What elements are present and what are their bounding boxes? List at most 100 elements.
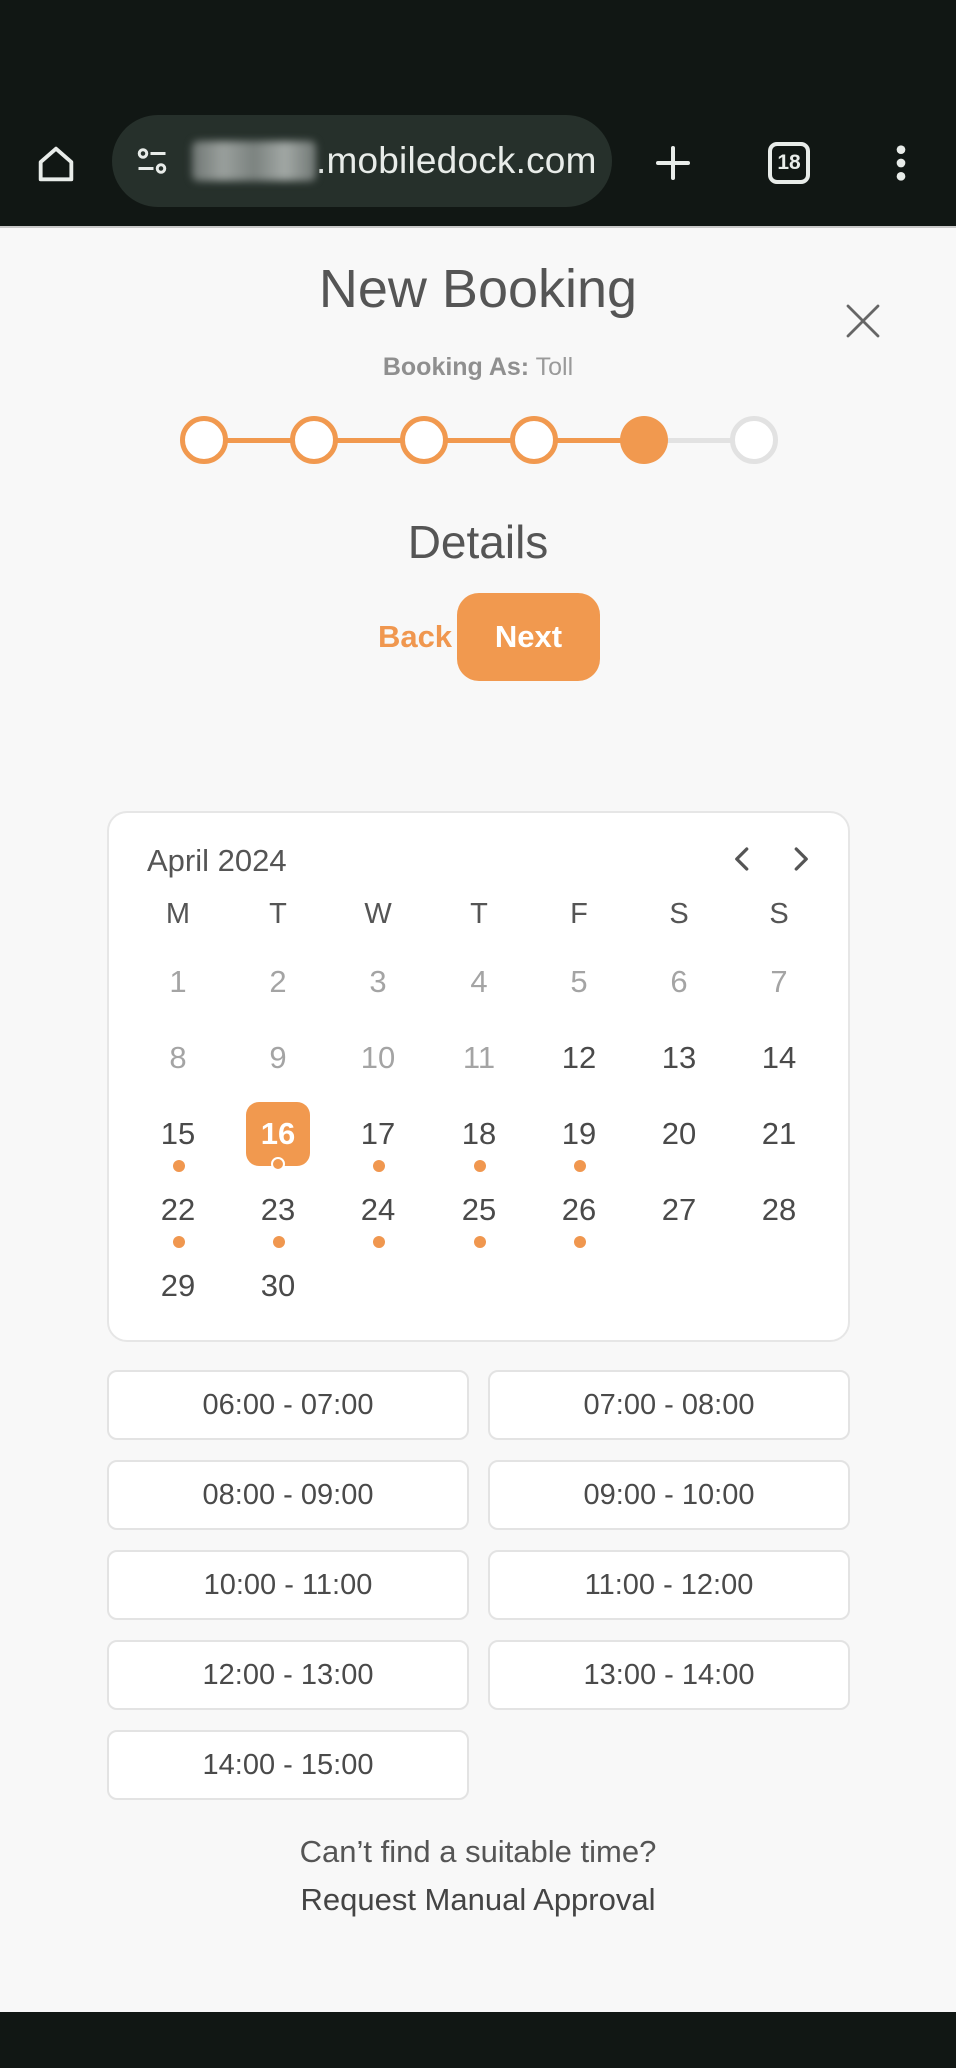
availability-dot <box>173 1236 185 1248</box>
stepper-step-5 <box>620 416 668 464</box>
calendar-day-30[interactable]: 30 <box>246 1254 310 1318</box>
stepper-step-4 <box>510 416 558 464</box>
new-tab-plus-icon[interactable] <box>640 130 706 196</box>
chevron-right-icon[interactable] <box>780 839 820 879</box>
availability-dot <box>574 1160 586 1172</box>
calendar-day-label: 14 <box>761 1040 797 1075</box>
weekday-header: S <box>769 898 789 930</box>
stepper-step-6 <box>730 416 778 464</box>
calendar-day-label: 22 <box>160 1192 196 1227</box>
booking-as-value: Toll <box>535 353 574 381</box>
time-slot-button[interactable]: 10:00 - 11:00 <box>107 1550 469 1620</box>
weekday-header: S <box>669 898 689 930</box>
calendar-day-15[interactable]: 15 <box>146 1102 210 1172</box>
calendar-day-label: 25 <box>461 1192 497 1227</box>
time-slot-button[interactable]: 08:00 - 09:00 <box>107 1460 469 1530</box>
calendar-day-label: 7 <box>770 964 788 999</box>
time-slot-button[interactable]: 11:00 - 12:00 <box>488 1550 850 1620</box>
site-settings-icon[interactable] <box>130 139 174 183</box>
calendar-day-label: 29 <box>160 1268 196 1303</box>
calendar-day-12[interactable]: 12 <box>547 1026 611 1090</box>
weekday-header: W <box>364 898 392 930</box>
calendar-day-21[interactable]: 21 <box>747 1102 811 1166</box>
calendar-day-8: 8 <box>146 1026 210 1090</box>
calendar-day-label: 30 <box>260 1268 296 1303</box>
tab-switcher-button[interactable]: 18 <box>756 130 822 196</box>
calendar-day-1: 1 <box>146 950 210 1014</box>
calendar-day-25[interactable]: 25 <box>447 1178 511 1248</box>
calendar-day-label: 27 <box>661 1192 697 1227</box>
next-button[interactable]: Next <box>457 593 600 681</box>
chevron-left-icon[interactable] <box>723 839 763 879</box>
calendar-day-14[interactable]: 14 <box>747 1026 811 1090</box>
calendar-day-27[interactable]: 27 <box>647 1178 711 1242</box>
request-manual-approval-link[interactable]: Request Manual Approval <box>0 1882 956 1918</box>
calendar-day-26[interactable]: 26 <box>547 1178 611 1248</box>
weekday-header: T <box>470 898 488 930</box>
booking-as: Booking As: Toll <box>0 353 956 382</box>
tab-count: 18 <box>768 142 810 184</box>
calendar-day-18[interactable]: 18 <box>447 1102 511 1172</box>
availability-dot <box>273 1236 285 1248</box>
time-slot-button[interactable]: 06:00 - 07:00 <box>107 1370 469 1440</box>
calendar-day-label: 12 <box>561 1040 597 1075</box>
calendar-day-label: 28 <box>761 1192 797 1227</box>
calendar-day-17[interactable]: 17 <box>346 1102 410 1172</box>
calendar-day-label: 19 <box>561 1116 597 1151</box>
home-icon[interactable] <box>22 130 90 198</box>
time-slot-button[interactable]: 14:00 - 15:00 <box>107 1730 469 1800</box>
stepper-step-3 <box>400 416 448 464</box>
close-icon[interactable] <box>836 294 890 348</box>
calendar-day-10: 10 <box>346 1026 410 1090</box>
more-menu-icon[interactable] <box>868 130 934 196</box>
calendar-day-label: 5 <box>570 964 588 999</box>
time-slot-button[interactable]: 09:00 - 10:00 <box>488 1460 850 1530</box>
stepper-step-2 <box>290 416 338 464</box>
calendar-day-22[interactable]: 22 <box>146 1178 210 1248</box>
calendar-day-label: 26 <box>561 1192 597 1227</box>
calendar-day-6: 6 <box>647 950 711 1014</box>
weekday-header: T <box>269 898 287 930</box>
calendar-day-7: 7 <box>747 950 811 1014</box>
page-title: New Booking <box>318 259 638 319</box>
calendar-day-23[interactable]: 23 <box>246 1178 310 1248</box>
calendar-day-9: 9 <box>246 1026 310 1090</box>
calendar-day-label: 2 <box>269 964 287 999</box>
availability-dot <box>373 1160 385 1172</box>
calendar-day-5: 5 <box>547 950 611 1014</box>
calendar-day-label: 20 <box>661 1116 697 1151</box>
calendar-day-label: 10 <box>360 1040 396 1075</box>
calendar-day-20[interactable]: 20 <box>647 1102 711 1166</box>
calendar-day-label: 13 <box>661 1040 697 1075</box>
time-slot-button[interactable]: 12:00 - 13:00 <box>107 1640 469 1710</box>
availability-dot <box>373 1236 385 1248</box>
weekday-header: F <box>570 898 588 930</box>
availability-dot <box>474 1236 486 1248</box>
address-bar[interactable]: .mobiledock.com <box>112 115 612 207</box>
availability-dot <box>173 1160 185 1172</box>
section-title: Details <box>407 516 549 568</box>
calendar-day-19[interactable]: 19 <box>547 1102 611 1172</box>
calendar-day-11: 11 <box>447 1026 511 1090</box>
calendar-day-label: 4 <box>470 964 488 999</box>
calendar-day-4: 4 <box>447 950 511 1014</box>
calendar-day-29[interactable]: 29 <box>146 1254 210 1318</box>
calendar-day-label: 11 <box>462 1040 496 1075</box>
time-slot-button[interactable]: 07:00 - 08:00 <box>488 1370 850 1440</box>
blurred-subdomain <box>192 141 316 181</box>
url-domain: .mobiledock.com <box>316 140 597 181</box>
calendar-day-label: 17 <box>360 1116 396 1151</box>
calendar-day-13[interactable]: 13 <box>647 1026 711 1090</box>
calendar-day-label: 24 <box>360 1192 396 1227</box>
calendar-day-28[interactable]: 28 <box>747 1178 811 1242</box>
calendar-day-3: 3 <box>346 950 410 1014</box>
availability-dot <box>474 1160 486 1172</box>
calendar-day-label: 15 <box>160 1116 196 1151</box>
calendar-day-label: 21 <box>761 1116 797 1151</box>
cant-find-text: Can’t find a suitable time? <box>299 1834 657 1869</box>
time-slot-button[interactable]: 13:00 - 14:00 <box>488 1640 850 1710</box>
availability-dot <box>271 1157 285 1171</box>
calendar-day-16[interactable]: 16 <box>246 1102 310 1171</box>
booking-as-label: Booking As: <box>382 353 530 381</box>
calendar-day-24[interactable]: 24 <box>346 1178 410 1248</box>
